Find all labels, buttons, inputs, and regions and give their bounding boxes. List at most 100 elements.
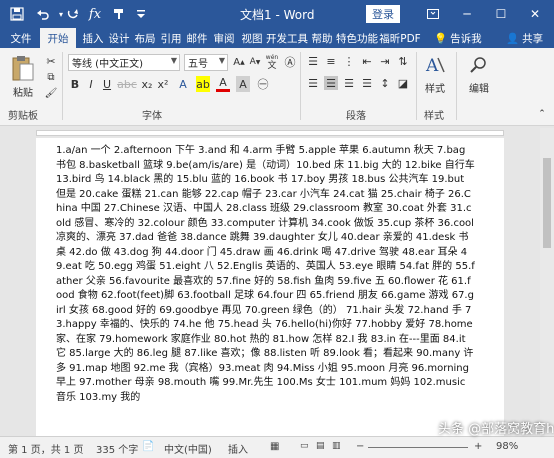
text-effects-button[interactable]: A — [176, 76, 190, 92]
format-painter-button[interactable]: 🖌 — [44, 86, 58, 100]
sort-icon[interactable]: ⇅ — [396, 54, 410, 68]
collapse-ribbon-icon[interactable]: ⌃ — [536, 108, 548, 120]
customize-icon[interactable] — [130, 4, 152, 24]
enclosed-char-icon[interactable]: ㊀ — [256, 76, 270, 92]
bold-button[interactable]: B — [68, 76, 82, 92]
close-icon[interactable]: ✕ — [520, 0, 550, 28]
highlight-button[interactable]: ab — [196, 76, 210, 92]
page-count[interactable]: 第 1 页，共 1 页 — [8, 441, 83, 456]
search-icon[interactable] — [466, 52, 492, 78]
accessibility-icon[interactable]: ▦ — [270, 441, 279, 452]
group-divider — [62, 52, 63, 120]
group-divider — [456, 52, 457, 120]
multilevel-list-icon[interactable]: ⋮ — [342, 54, 356, 68]
document-body[interactable]: 1.a/an 一个 2.afternoon 下午 3.and 和 4.arm 手… — [56, 144, 476, 405]
tab-view[interactable]: 视图 — [238, 28, 266, 48]
font-group-label: 字体 — [142, 111, 162, 122]
tab-references[interactable]: 引用 — [158, 28, 184, 48]
copy-icon[interactable]: ⧉ — [44, 70, 58, 84]
font-size-combo[interactable]: 五号 ▼ — [184, 54, 228, 71]
person-icon: 👤 — [506, 32, 520, 45]
align-right-icon[interactable]: ☰ — [342, 76, 356, 90]
document-page[interactable]: 1.a/an 一个 2.afternoon 下午 3.and 和 4.arm 手… — [36, 138, 504, 436]
edit-button[interactable]: 编辑 — [464, 80, 494, 95]
window-title: 文档1 - Word — [240, 8, 315, 22]
clipboard-group-label: 剪贴板 — [8, 111, 38, 122]
tab-layout[interactable]: 布局 — [132, 28, 158, 48]
status-bar: 第 1 页，共 1 页 335 个字 📄 中文(中国) 插入 ▦ ▭ ▤ ▥ −… — [0, 436, 554, 458]
proofing-icon[interactable]: 📄 — [142, 441, 154, 452]
view-read-icon[interactable]: ▭ — [300, 441, 309, 451]
zoom-level[interactable]: 98% — [496, 441, 518, 452]
maximize-icon[interactable]: ☐ — [486, 0, 516, 28]
tab-mailings[interactable]: 邮件 — [184, 28, 210, 48]
ribbon: 粘贴 ✂ ⧉ 🖌 剪贴板 等线 (中文正文) ▼ 五号 ▼ A ▲ A ▼ wén 文… — [0, 48, 554, 126]
chevron-down-icon: ▼ — [170, 56, 177, 65]
numbering-icon[interactable]: ≡ — [324, 54, 338, 68]
font-color-button[interactable]: A — [216, 76, 230, 92]
view-print-icon[interactable]: ▤ — [316, 441, 325, 451]
styles-icon[interactable]: A — [422, 52, 448, 78]
shading-icon[interactable]: ◪ — [396, 76, 410, 90]
zoom-out-icon[interactable]: − — [356, 441, 364, 452]
ribbon-display-icon[interactable] — [418, 0, 448, 28]
fx-icon[interactable]: fx — [84, 4, 106, 24]
share-button[interactable]: 👤 共享 — [506, 28, 543, 48]
font-name-combo[interactable]: 等线 (中文正文) ▼ — [68, 54, 180, 71]
tell-me-box[interactable]: 💡 告诉我 — [434, 28, 482, 48]
tell-me-label: 告诉我 — [450, 32, 482, 45]
vertical-scrollbar[interactable] — [540, 128, 554, 436]
align-center-icon[interactable]: ☰ — [324, 76, 338, 90]
cut-icon[interactable]: ✂ — [44, 54, 58, 68]
char-shading-button[interactable]: A — [236, 76, 250, 92]
paste-button[interactable]: 粘贴 — [6, 84, 40, 99]
ribbon-tabs: 文件 开始 插入 设计 布局 引用 邮件 审阅 视图 开发工具 帮助 特色功能 … — [0, 28, 554, 48]
login-button[interactable]: 登录 — [366, 5, 400, 23]
superscript-icon[interactable]: x² — [156, 76, 170, 92]
svg-text:A: A — [425, 56, 439, 76]
increase-indent-icon[interactable]: ⇥ — [378, 54, 392, 68]
italic-button[interactable]: I — [84, 76, 98, 92]
paste-icon[interactable] — [8, 52, 38, 84]
tab-developer[interactable]: 开发工具 — [266, 28, 308, 48]
bullets-icon[interactable]: ☰ — [306, 54, 320, 68]
minimize-icon[interactable]: ─ — [452, 0, 482, 28]
phonetic-glyph: wén — [265, 54, 279, 61]
format-painter-icon[interactable] — [108, 4, 130, 24]
grow-font-icon[interactable]: A ▲ — [232, 54, 246, 70]
zoom-in-icon[interactable]: + — [474, 441, 482, 452]
tab-file[interactable]: 文件 — [4, 28, 38, 48]
justify-icon[interactable]: ☰ — [360, 76, 374, 90]
phonetic-guide-icon[interactable]: wén 文 — [264, 54, 280, 71]
tab-insert[interactable]: 插入 — [78, 28, 108, 48]
align-left-icon[interactable]: ☰ — [306, 76, 320, 90]
tab-home[interactable]: 开始 — [40, 28, 76, 48]
tab-foxit-pdf[interactable]: 福昕PDF — [378, 28, 422, 48]
ruler[interactable] — [36, 130, 504, 136]
tab-help[interactable]: 帮助 — [308, 28, 336, 48]
underline-button[interactable]: U — [100, 76, 114, 92]
group-divider — [300, 52, 301, 120]
tab-features[interactable]: 特色功能 — [336, 28, 378, 48]
title-bar: ▾ fx 文档1 - Word 登录 ─ ☐ ✕ — [0, 0, 554, 28]
font-size-value: 五号 — [188, 59, 208, 70]
decrease-indent-icon[interactable]: ⇤ — [360, 54, 374, 68]
zoom-slider[interactable] — [368, 447, 468, 448]
styles-button[interactable]: 样式 — [420, 80, 450, 95]
lightbulb-icon: 💡 — [434, 32, 448, 45]
language[interactable]: 中文(中国) — [164, 441, 212, 456]
strikethrough-icon[interactable]: abc — [117, 76, 137, 92]
view-web-icon[interactable]: ▥ — [332, 441, 341, 451]
tab-design[interactable]: 设计 — [106, 28, 132, 48]
subscript-icon[interactable]: x₂ — [140, 76, 154, 92]
shrink-font-icon[interactable]: A ▼ — [248, 54, 262, 70]
tab-review[interactable]: 审阅 — [210, 28, 238, 48]
line-spacing-icon[interactable]: ↕ — [378, 76, 392, 90]
enclosed-char-icon[interactable]: Ⓐ — [282, 54, 298, 70]
scrollbar-thumb[interactable] — [543, 158, 551, 248]
save-icon[interactable] — [6, 4, 28, 24]
insert-mode[interactable]: 插入 — [228, 441, 248, 456]
styles-group-label: 样式 — [424, 111, 444, 122]
redo-icon[interactable] — [62, 4, 84, 24]
word-count[interactable]: 335 个字 — [96, 441, 138, 456]
